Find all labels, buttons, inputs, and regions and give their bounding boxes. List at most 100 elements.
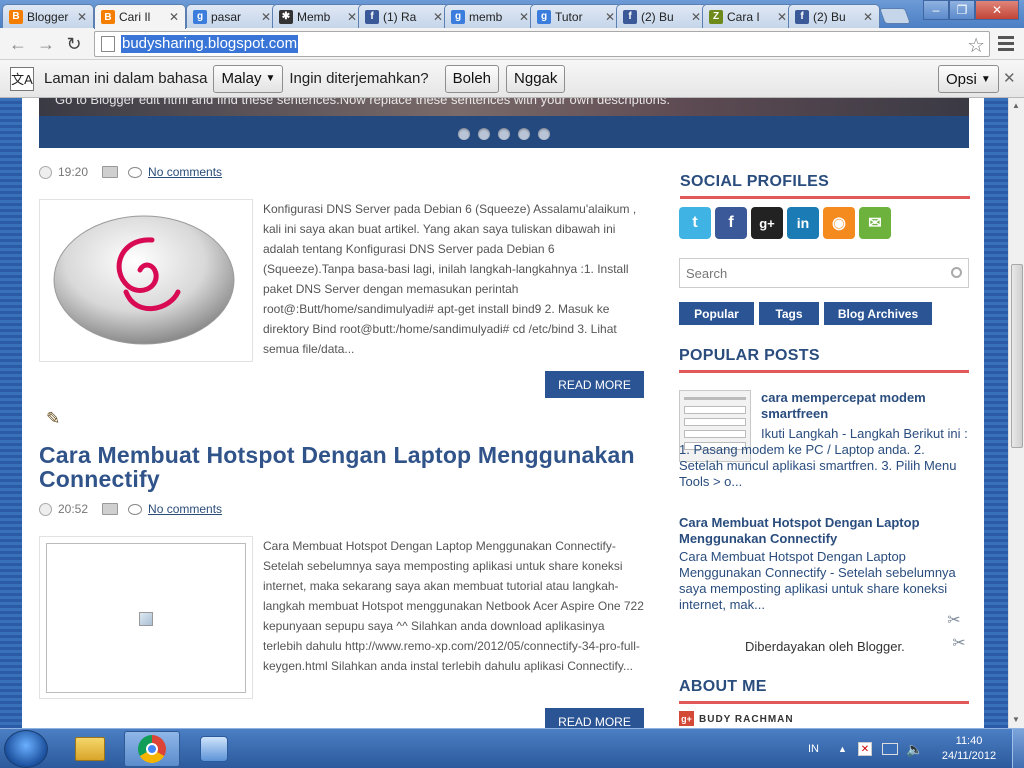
restore-icon: ❐ [956,3,968,17]
slider-dots [39,128,969,140]
read-more-button[interactable]: READ MORE [545,708,644,728]
twitter-icon[interactable]: t [679,207,711,239]
tab-popular[interactable]: Popular [679,302,754,325]
post-meta: 20:52 No comments [39,502,222,516]
slider-dot[interactable] [538,128,550,140]
image-slider: Go to Blogger edit html and find these s… [39,98,969,148]
post-excerpt: Cara Membuat Hotspot Dengan Laptop Mengg… [263,539,644,673]
google-icon: g [193,9,207,24]
slider-dot[interactable] [458,128,470,140]
close-tab-icon[interactable]: ✕ [777,10,787,24]
tab-10[interactable]: f (2) Bu ✕ [788,4,880,28]
close-tab-icon[interactable]: ✕ [347,10,357,24]
vertical-scrollbar[interactable]: ▲ ▼ [1008,98,1024,728]
close-window-button[interactable]: ✕ [975,0,1019,20]
arrow-right-icon: → [37,33,55,54]
popular-post-text: Ikuti Langkah - Langkah Berikut ini : 1.… [679,426,968,489]
google-plus-icon[interactable]: g+ [751,207,783,239]
linkedin-icon[interactable]: in [787,207,819,239]
reload-button[interactable]: ↻ [62,32,86,56]
close-tab-icon[interactable]: ✕ [605,10,615,24]
network-icon[interactable] [882,729,898,768]
wrench-screwdriver-icon[interactable]: ✂ [949,633,969,653]
forward-button[interactable]: → [34,32,58,56]
tab-4[interactable]: ✱ Memb ✕ [272,4,364,28]
close-tab-icon[interactable]: ✕ [261,10,271,24]
chrome-menu-button[interactable] [998,36,1014,52]
popular-post-title[interactable]: Cara Membuat Hotspot Dengan Laptop Mengg… [679,515,969,547]
tab-strip: B Blogger ✕ B Cari Il ✕ g pasar ✕ ✱ Memb ✕ f (1) Ra ✕ g… [0,0,1024,29]
close-tab-icon[interactable]: ✕ [691,10,701,24]
tab-5[interactable]: f (1) Ra ✕ [358,4,450,28]
bookmark-star-icon[interactable]: ☆ [967,33,985,58]
slider-dot[interactable] [518,128,530,140]
folder-icon [102,503,119,515]
maximize-button[interactable]: ❐ [949,0,975,20]
slider-dot[interactable] [478,128,490,140]
translate-close-icon[interactable]: ✕ [1003,69,1016,87]
taskbar-media-player[interactable] [186,731,242,767]
about-name[interactable]: BUDY RACHMAN [699,714,794,725]
tab-9[interactable]: Z Cara I ✕ [702,4,794,28]
flag-icon[interactable]: ✕ [858,729,872,768]
clock-date: 24/11/2012 [941,750,997,762]
close-tab-icon[interactable]: ✕ [77,10,87,24]
address-bar[interactable]: budysharing.blogspot.com ☆ [94,31,990,57]
google-plus-icon[interactable]: g+ [679,711,694,726]
email-icon[interactable]: ✉ [859,207,891,239]
minimize-button[interactable]: – [923,0,949,20]
popular-post-title[interactable]: cara mempercepat modem smartfreen [761,390,961,422]
tab-6[interactable]: g memb ✕ [444,4,536,28]
tab-8[interactable]: f (2) Bu ✕ [616,4,708,28]
facebook-icon[interactable]: f [715,207,747,239]
tab-tags[interactable]: Tags [759,302,819,325]
wrench-screwdriver-icon[interactable]: ✂ [944,610,964,630]
close-tab-icon[interactable]: ✕ [169,10,179,24]
clock[interactable]: 11:40 24/11/2012 [936,734,1002,764]
tab-7[interactable]: g Tutor ✕ [530,4,622,28]
volume-icon[interactable]: 🔈 [906,729,923,768]
search-placeholder: Search [686,265,728,281]
tab-1[interactable]: B Blogger ✕ [2,4,94,28]
translate-no-button[interactable]: Nggak [506,64,566,93]
post-title[interactable]: Cara Membuat Hotspot Dengan Laptop Mengg… [39,443,639,491]
slider-dot[interactable] [498,128,510,140]
scrollbar-thumb[interactable] [1011,264,1023,448]
show-hidden-icons[interactable]: ▲ [838,729,847,768]
popular-post-text: Cara Membuat Hotspot Dengan Laptop Mengg… [679,549,956,612]
translate-options-button[interactable]: Opsi ▼ [938,65,999,93]
close-tab-icon[interactable]: ✕ [519,10,529,24]
chevron-down-icon: ▼ [265,73,276,84]
back-button[interactable]: ← [6,32,30,56]
comments-link[interactable]: No comments [148,502,222,516]
url-text[interactable]: budysharing.blogspot.com [121,35,299,53]
comments-link[interactable]: No comments [148,165,222,179]
post-meta: 19:20 No comments [39,165,222,179]
tab-blog-archives[interactable]: Blog Archives [824,302,932,325]
translate-yes-button[interactable]: Boleh [444,64,500,93]
search-icon[interactable] [951,267,962,278]
rss-icon[interactable]: ◉ [823,207,855,239]
reload-icon: ↻ [66,33,82,54]
close-tab-icon[interactable]: ✕ [433,10,443,24]
show-desktop-button[interactable] [1012,729,1024,768]
language-select[interactable]: Malay ▼ [213,64,284,93]
windows-taskbar: IN ▲ ✕ 🔈 11:40 24/11/2012 [0,728,1024,768]
scroll-down-icon[interactable]: ▼ [1012,715,1020,724]
post-thumbnail[interactable] [39,199,253,362]
taskbar-chrome[interactable] [124,731,180,767]
tab-2[interactable]: B Cari Il ✕ [94,4,186,29]
scroll-up-icon[interactable]: ▲ [1012,101,1020,110]
search-input[interactable]: Search [679,258,969,288]
language-indicator[interactable]: IN [808,729,819,768]
tab-3[interactable]: g pasar ✕ [186,4,278,28]
new-tab-button[interactable] [879,8,911,24]
chrome-icon [138,735,166,763]
post-thumbnail[interactable] [39,536,253,699]
broken-image-icon [139,612,153,626]
close-tab-icon[interactable]: ✕ [863,10,873,24]
taskbar-explorer[interactable] [62,731,118,767]
read-more-button[interactable]: READ MORE [545,371,644,398]
pencil-icon[interactable]: ✎ [46,409,60,429]
start-button[interactable] [4,730,48,768]
